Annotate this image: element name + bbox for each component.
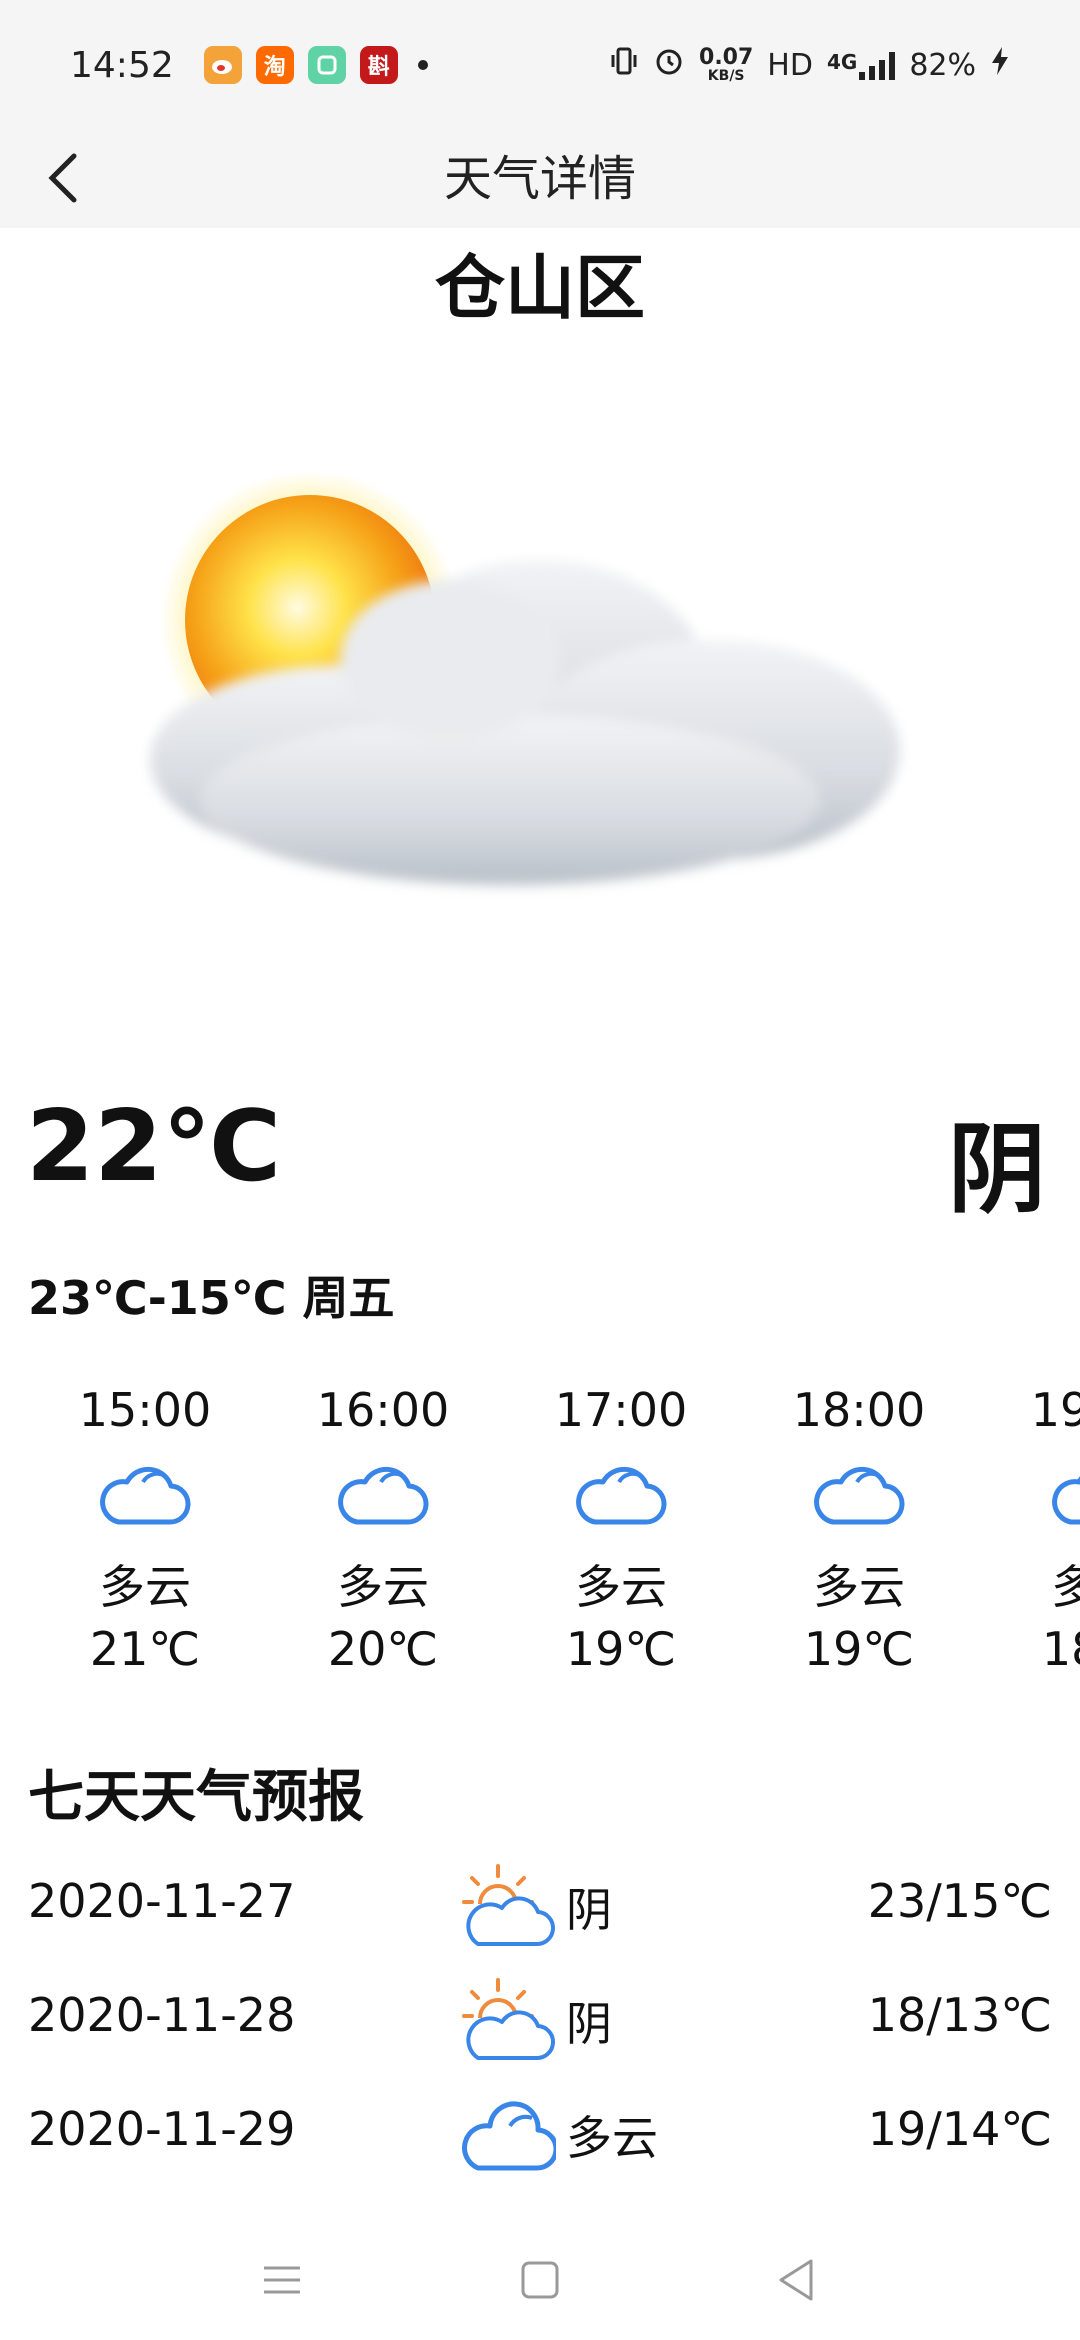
hourly-temp: 21℃ bbox=[89, 1622, 201, 1676]
city-name: 仓山区 bbox=[435, 247, 645, 329]
forecast-temps: 23/15℃ bbox=[867, 1874, 1052, 1928]
signal-icon: 4G bbox=[826, 50, 896, 80]
sun-cloud-icon bbox=[460, 1972, 556, 2068]
hourly-condition: 多云 bbox=[1051, 1560, 1080, 1614]
system-nav-bar bbox=[0, 2220, 1080, 2340]
green-app-icon bbox=[307, 46, 346, 84]
triangle-back-icon bbox=[779, 2259, 813, 2301]
status-right: 0.07 KB/S HD 4G 82% bbox=[609, 45, 1010, 85]
hourly-item: 15:00 多云 21℃ bbox=[26, 1380, 264, 1680]
cloud-icon bbox=[978, 1440, 1080, 1550]
battery-level: 82% bbox=[909, 47, 976, 83]
net-speed-value: 0.07 bbox=[699, 45, 754, 70]
weibo-app-icon bbox=[203, 46, 242, 84]
hourly-item: 17:00 多云 19℃ bbox=[502, 1380, 740, 1680]
home-button[interactable] bbox=[510, 2250, 570, 2310]
forecast-date: 2020-11-29 bbox=[28, 2102, 296, 2156]
weather-detail-screen: 14:52 淘 斟 0.07 KB/S HD 4G 82% 天气详情 仓山区 2… bbox=[0, 0, 1080, 2340]
forecast-row: 2020-11-27 阴 23/15℃ bbox=[0, 1850, 1080, 1964]
forecast-row: 2020-11-29 多云 19/14℃ bbox=[0, 2078, 1080, 2192]
cloud-icon bbox=[502, 1440, 740, 1550]
hourly-condition: 多云 bbox=[99, 1560, 191, 1614]
hourly-temp: 19℃ bbox=[565, 1622, 677, 1676]
red-app-icon: 斟 bbox=[359, 46, 398, 84]
cloud-icon bbox=[264, 1440, 502, 1550]
cloud-icon bbox=[740, 1440, 978, 1550]
status-left: 14:52 淘 斟 bbox=[70, 45, 428, 86]
notification-dot-icon bbox=[417, 60, 428, 70]
menu-icon bbox=[264, 2266, 300, 2294]
current-temperature: 22℃ bbox=[26, 1090, 282, 1204]
status-time: 14:52 bbox=[70, 44, 174, 86]
net-speed-unit: KB/S bbox=[707, 68, 745, 84]
taobao-app-icon: 淘 bbox=[255, 46, 294, 84]
net-speed: 0.07 KB/S bbox=[699, 45, 754, 84]
alarm-icon bbox=[653, 45, 685, 85]
forecast-temps: 18/13℃ bbox=[867, 1988, 1052, 2042]
forecast-condition: 阴 bbox=[566, 1997, 612, 2051]
hourly-condition: 多云 bbox=[813, 1560, 905, 1614]
forecast-condition: 多云 bbox=[566, 2111, 658, 2165]
hourly-time: 16:00 bbox=[316, 1383, 450, 1437]
vibrate-icon bbox=[609, 45, 639, 85]
hourly-temp: 20℃ bbox=[327, 1622, 439, 1676]
current-condition: 阴 bbox=[947, 1113, 1046, 1227]
forecast-temps: 19/14℃ bbox=[867, 2102, 1052, 2156]
hourly-time: 17:00 bbox=[554, 1383, 688, 1437]
square-icon bbox=[521, 2261, 559, 2299]
hourly-time: 19:00 bbox=[1030, 1383, 1080, 1437]
menu-button[interactable] bbox=[252, 2250, 312, 2310]
forecast-date: 2020-11-28 bbox=[28, 1988, 296, 2042]
cloud-icon bbox=[460, 2086, 559, 2182]
app-header: 天气详情 bbox=[0, 130, 1080, 228]
page-title: 天气详情 bbox=[443, 151, 636, 207]
forecast-section-title: 七天天气预报 bbox=[28, 1765, 364, 1830]
hd-indicator: HD bbox=[767, 47, 813, 83]
sun-cloud-icon bbox=[460, 1858, 556, 1954]
cloud-icon bbox=[26, 1440, 264, 1550]
forecast-condition: 阴 bbox=[566, 1883, 612, 1937]
red-app-icon-label: 斟 bbox=[367, 55, 390, 80]
hourly-condition: 多云 bbox=[575, 1560, 667, 1614]
hourly-temp: 19℃ bbox=[803, 1622, 915, 1676]
charging-icon bbox=[990, 45, 1010, 85]
status-bar: 14:52 淘 斟 0.07 KB/S HD 4G 82% bbox=[0, 0, 1080, 130]
forecast-row: 2020-11-28 阴 18/13℃ bbox=[0, 1964, 1080, 2078]
day-range: 23℃-15℃ 周五 bbox=[28, 1271, 395, 1325]
hourly-item: 18:00 多云 19℃ bbox=[740, 1380, 978, 1680]
taobao-app-icon-label: 淘 bbox=[263, 55, 286, 80]
hourly-item: 19:00 多云 18℃ bbox=[978, 1380, 1080, 1680]
hourly-time: 18:00 bbox=[792, 1383, 926, 1437]
forecast-list: 2020-11-27 阴 23/15℃ 2020-11-28 阴 18/13℃ … bbox=[0, 1850, 1080, 2192]
network-type: 4G bbox=[826, 50, 858, 74]
nav-back-button[interactable] bbox=[766, 2250, 826, 2310]
hourly-time: 15:00 bbox=[78, 1383, 212, 1437]
hourly-item: 16:00 多云 20℃ bbox=[264, 1380, 502, 1680]
hourly-forecast[interactable]: 15:00 多云 21℃ 16:00 多云 20℃ 17:00 多云 19℃ 1… bbox=[0, 1380, 1080, 1710]
hourly-condition: 多云 bbox=[337, 1560, 429, 1614]
sun-behind-cloud-icon bbox=[90, 470, 990, 930]
hourly-temp: 18℃ bbox=[1041, 1622, 1080, 1676]
forecast-date: 2020-11-27 bbox=[28, 1874, 296, 1928]
